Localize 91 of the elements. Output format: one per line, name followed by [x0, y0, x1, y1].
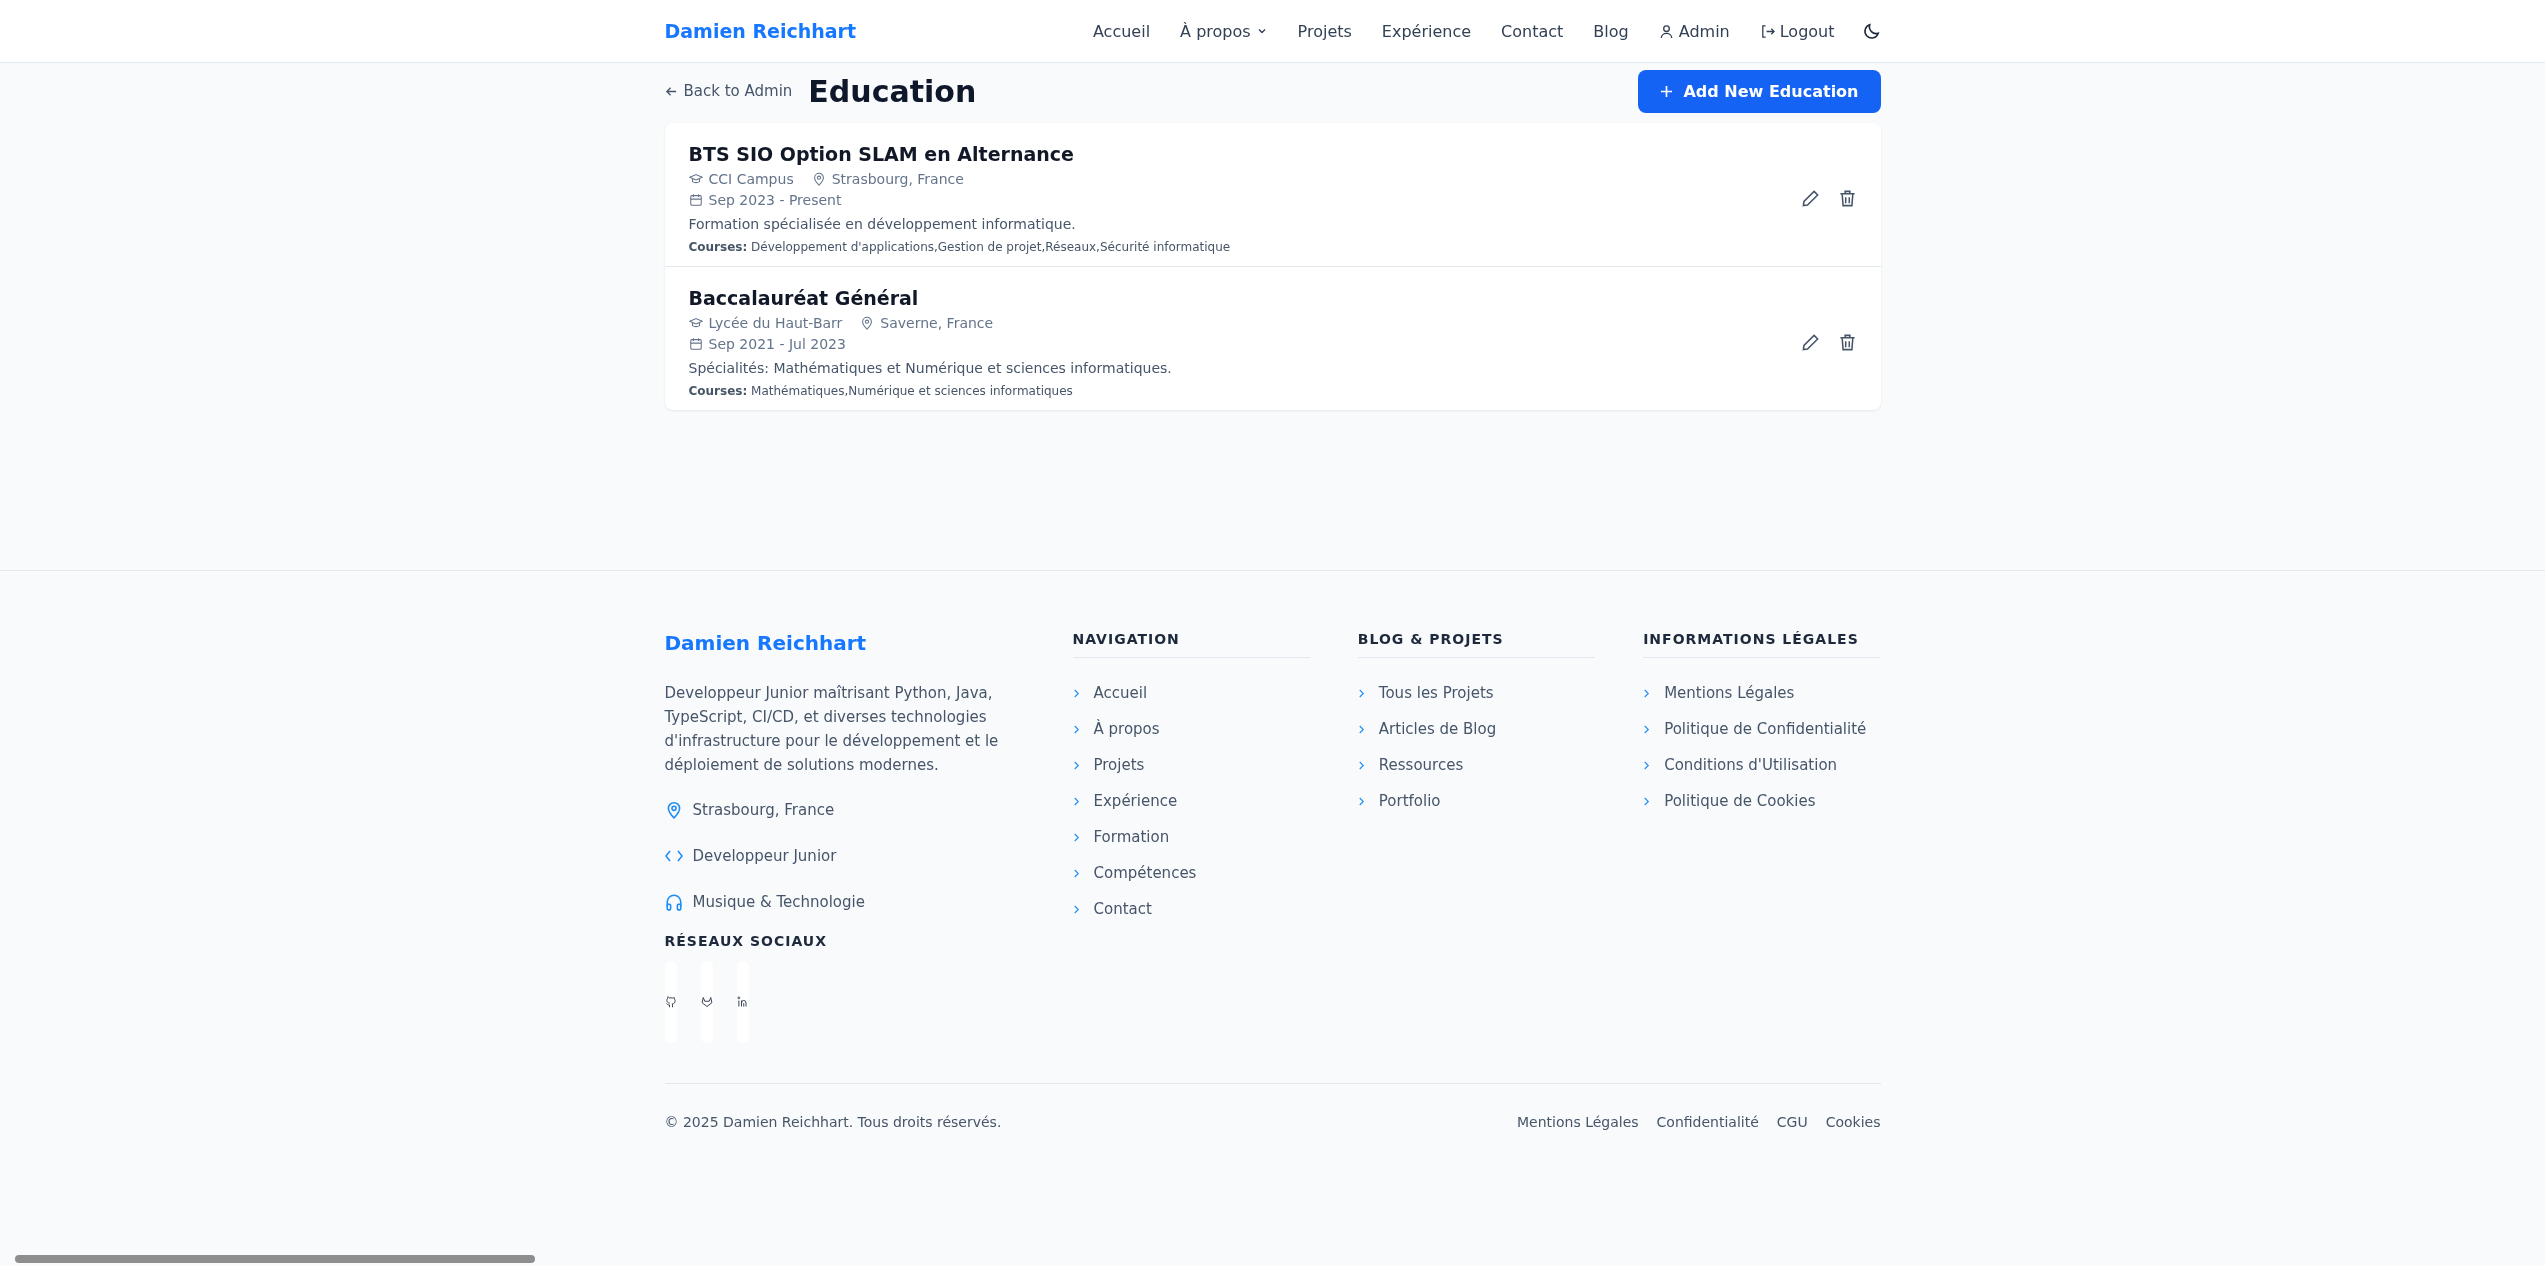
social-heading: RÉSEAUX SOCIAUX — [664, 933, 828, 949]
edit-icon[interactable] — [1800, 189, 1820, 208]
chevron-right-icon — [1072, 796, 1080, 806]
nav-link[interactable]: Projets — [1297, 21, 1352, 41]
scrollbar-thumb[interactable] — [15, 1255, 535, 1263]
code-icon — [664, 850, 683, 862]
nav-link[interactable]: À propos — [1180, 21, 1268, 41]
footer-link[interactable]: Projets — [1072, 756, 1310, 774]
github-icon — [664, 994, 677, 1010]
logout-link[interactable]: Logout — [1759, 21, 1835, 41]
add-education-button[interactable]: Add New Education — [1638, 69, 1881, 113]
chevron-right-icon — [1072, 760, 1080, 770]
location-text: Saverne, France — [880, 315, 994, 331]
nav-link[interactable]: Blog — [1593, 21, 1629, 41]
school-name: CCI Campus — [708, 171, 794, 187]
footer-link[interactable]: Politique de Cookies — [1643, 792, 1881, 810]
courses-text: Courses: Mathématiques,Numérique et sciences informatiques — [688, 384, 1074, 398]
chevron-right-icon — [1357, 724, 1365, 734]
social-link[interactable] — [664, 961, 677, 1043]
chevron-right-icon — [1643, 724, 1651, 734]
social-link[interactable] — [700, 961, 713, 1043]
footer-link[interactable]: Mentions Légales — [1643, 684, 1881, 702]
footer-link[interactable]: Compétences — [1072, 864, 1310, 882]
nav-link[interactable]: Accueil — [1092, 21, 1151, 41]
gitlab-icon — [700, 994, 713, 1010]
graduation-cap-icon — [688, 172, 703, 186]
footer-link[interactable]: Formation — [1072, 828, 1310, 846]
footer-link[interactable]: Politique de Confidentialité — [1643, 720, 1881, 738]
map-pin-icon — [811, 172, 826, 186]
admin-link[interactable]: Admin — [1658, 21, 1730, 41]
footer-column-heading: BLOG & PROJETS — [1357, 631, 1596, 658]
footer-link[interactable]: À propos — [1072, 720, 1310, 738]
back-link[interactable]: Back to Admin — [664, 82, 793, 100]
education-title: Baccalauréat Général — [688, 287, 920, 309]
headphones-icon — [664, 893, 683, 911]
footer-link[interactable]: Articles de Blog — [1357, 720, 1596, 738]
footer-link[interactable]: Portfolio — [1357, 792, 1596, 810]
calendar-icon — [688, 193, 703, 207]
education-title: BTS SIO Option SLAM en Alternance — [688, 143, 1075, 165]
plus-icon — [1660, 84, 1674, 98]
footer-link[interactable]: Expérience — [1072, 792, 1310, 810]
chevron-right-icon — [1357, 760, 1365, 770]
footer-description: Developpeur Junior maîtrisant Python, Java, TypeScript, CI/CD, et diverses technologies d'infrastructure pour le développement et le déploiement de solutions modernes. — [664, 683, 1000, 776]
copyright-text: © 2025 Damien Reichhart. Tous droits réservés. — [664, 1114, 1002, 1130]
chevron-right-icon — [1643, 796, 1651, 806]
date-range: Sep 2021 - Jul 2023 — [708, 336, 846, 352]
footer-bottom-link[interactable]: Confidentialité — [1656, 1114, 1759, 1130]
education-description: Formation spécialisée en développement informatique. — [688, 216, 1077, 232]
footer-column-heading: NAVIGATION — [1072, 631, 1310, 658]
delete-icon[interactable] — [1837, 189, 1857, 208]
footer-bottom-link[interactable]: CGU — [1776, 1114, 1808, 1130]
footer-fact: Musique & Technologie — [692, 893, 865, 911]
social-link[interactable] — [736, 961, 749, 1043]
chevron-right-icon — [1643, 688, 1651, 698]
page-title: Education — [808, 73, 977, 109]
chevron-right-icon — [1072, 724, 1080, 734]
graduation-cap-icon — [688, 316, 703, 330]
footer-bottom-link[interactable]: Mentions Légales — [1517, 1114, 1639, 1130]
school-name: Lycée du Haut-Barr — [708, 315, 843, 331]
map-pin-icon — [860, 316, 875, 330]
delete-icon[interactable] — [1837, 333, 1857, 352]
courses-text: Courses: Développement d'applications,Gestion de projet,Réseaux,Sécurité informatique — [688, 240, 1231, 254]
chevron-right-icon — [1072, 832, 1080, 842]
nav-link[interactable]: Contact — [1501, 21, 1564, 41]
edit-icon[interactable] — [1800, 333, 1820, 352]
logout-icon — [1759, 23, 1775, 39]
footer-bottom-link[interactable]: Cookies — [1825, 1114, 1881, 1130]
footer-link[interactable]: Conditions d'Utilisation — [1643, 756, 1881, 774]
footer-fact: Developpeur Junior — [692, 847, 837, 865]
footer-brand: Damien Reichhart — [664, 631, 868, 655]
education-description: Spécialités: Mathématiques et Numérique et sciences informatiques. — [688, 360, 1172, 376]
linkedin-icon — [736, 994, 749, 1010]
chevron-right-icon — [1072, 904, 1080, 914]
chevron-right-icon — [1072, 868, 1080, 878]
brand-link[interactable]: Damien Reichhart — [664, 20, 857, 42]
footer-link[interactable]: Contact — [1072, 900, 1310, 918]
footer-column-heading: INFORMATIONS LÉGALES — [1643, 631, 1881, 658]
footer-link[interactable]: Tous les Projets — [1357, 684, 1596, 702]
nav-link[interactable]: Expérience — [1381, 21, 1472, 41]
chevron-right-icon — [1357, 796, 1365, 806]
chevron-right-icon — [1643, 760, 1651, 770]
footer-link[interactable]: Ressources — [1357, 756, 1596, 774]
location-text: Strasbourg, France — [831, 171, 964, 187]
chevron-right-icon — [1072, 688, 1080, 698]
moon-icon[interactable] — [1862, 22, 1881, 40]
user-icon — [1658, 23, 1674, 39]
footer-fact: Strasbourg, France — [692, 801, 835, 819]
calendar-icon — [688, 337, 703, 351]
chevron-right-icon — [1357, 688, 1365, 698]
footer-link[interactable]: Accueil — [1072, 684, 1310, 702]
date-range: Sep 2023 - Present — [708, 192, 842, 208]
